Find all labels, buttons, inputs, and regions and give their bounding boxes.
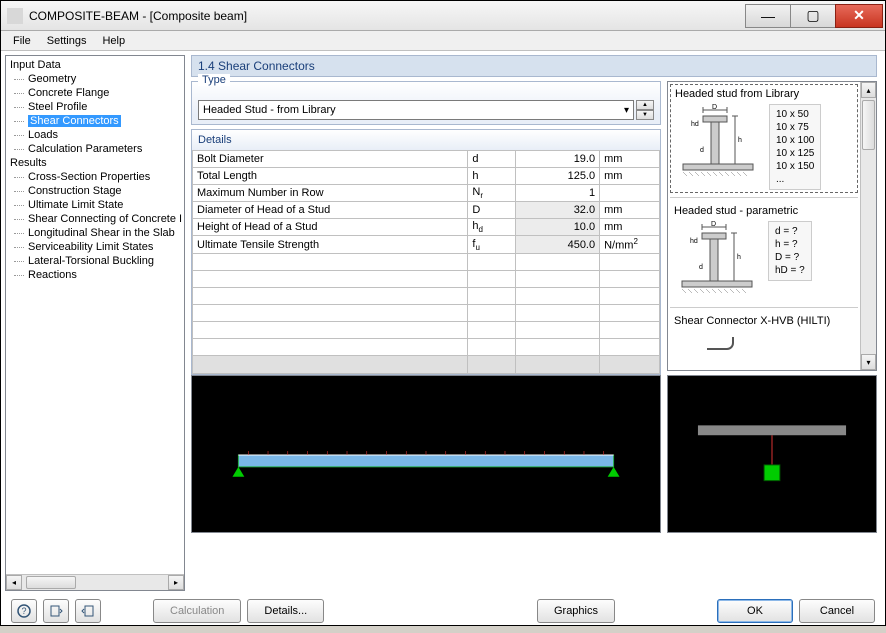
ok-button[interactable]: OK xyxy=(717,599,793,623)
section-preview xyxy=(667,375,877,533)
minimize-button[interactable]: — xyxy=(745,4,791,28)
library-vertical-scrollbar[interactable]: ▴ ▾ xyxy=(860,82,876,370)
spinner-up-icon[interactable]: ▲ xyxy=(636,100,654,110)
cancel-button[interactable]: Cancel xyxy=(799,599,875,623)
beam-preview xyxy=(191,375,661,533)
tree-horizontal-scrollbar[interactable]: ◂ ▸ xyxy=(6,574,184,590)
tree-node-shear-connectors[interactable]: Shear Connectors xyxy=(8,114,184,128)
help-icon-button[interactable]: ? xyxy=(11,599,37,623)
hvb-diagram-icon xyxy=(672,331,762,351)
svg-text:d: d xyxy=(699,264,703,271)
import-icon-button[interactable] xyxy=(43,599,69,623)
button-row: ? Calculation Details... Graphics OK Can… xyxy=(1,591,885,633)
window-title: COMPOSITE-BEAM - [Composite beam] xyxy=(29,9,746,23)
table-row[interactable]: Ultimate Tensile Strengthfu450.0N/mm2 xyxy=(193,236,660,254)
navigation-tree: Input Data Geometry Concrete Flange Stee… xyxy=(5,55,185,591)
table-footer xyxy=(193,356,660,374)
svg-text:?: ? xyxy=(22,606,27,616)
type-label: Type xyxy=(198,74,230,86)
svg-text:h: h xyxy=(738,137,742,144)
graphics-button[interactable]: Graphics xyxy=(537,599,615,623)
scroll-down-icon[interactable]: ▾ xyxy=(861,354,876,370)
tree-node-shear-connecting[interactable]: Shear Connecting of Concrete I xyxy=(8,212,184,226)
tree-node-reactions[interactable]: Reactions xyxy=(8,268,184,282)
library-item-title: Headed stud - parametric xyxy=(672,204,856,221)
scroll-up-icon[interactable]: ▴ xyxy=(861,82,876,98)
type-combobox-value: Headed Stud - from Library xyxy=(203,104,336,116)
tree-node-construction-stage[interactable]: Construction Stage xyxy=(8,184,184,198)
type-group: Type Headed Stud - from Library ▲ ▼ xyxy=(191,81,661,125)
tree-node-results[interactable]: Results xyxy=(8,156,184,170)
tree-node-geometry[interactable]: Geometry xyxy=(8,72,184,86)
table-row[interactable]: Bolt Diameterd19.0mm xyxy=(193,151,660,168)
menu-help[interactable]: Help xyxy=(94,33,133,49)
svg-text:hd: hd xyxy=(691,121,699,128)
table-row[interactable]: Diameter of Head of a StudD32.0mm xyxy=(193,202,660,219)
spinner-down-icon[interactable]: ▼ xyxy=(636,110,654,120)
titlebar: COMPOSITE-BEAM - [Composite beam] — ▢ ✕ xyxy=(1,1,885,31)
tree-node-ltb[interactable]: Lateral-Torsional Buckling xyxy=(8,254,184,268)
panel-title: 1.4 Shear Connectors xyxy=(191,55,877,77)
maximize-button[interactable]: ▢ xyxy=(790,4,836,28)
tree-node-input-data[interactable]: Input Data xyxy=(8,58,184,72)
details-group: Details Bolt Diameterd19.0mmTotal Length… xyxy=(191,129,661,375)
details-table: Bolt Diameterd19.0mmTotal Lengthh125.0mm… xyxy=(192,150,660,374)
menu-file[interactable]: File xyxy=(5,33,39,49)
table-row[interactable]: Height of Head of a Studhd10.0mm xyxy=(193,219,660,236)
type-spinner[interactable]: ▲ ▼ xyxy=(636,100,654,120)
svg-text:h: h xyxy=(737,254,741,261)
library-item-title: Shear Connector X-HVB (HILTI) xyxy=(672,314,856,331)
scroll-right-icon[interactable]: ▸ xyxy=(168,575,184,590)
library-param-list: d = ?h = ?D = ?hD = ? xyxy=(768,221,812,281)
table-row[interactable]: Maximum Number in RowNr1 xyxy=(193,185,660,202)
calculation-button[interactable]: Calculation xyxy=(153,599,241,623)
export-icon-button[interactable] xyxy=(75,599,101,623)
details-label: Details xyxy=(192,130,660,150)
tree-node-calculation-parameters[interactable]: Calculation Parameters xyxy=(8,142,184,156)
table-row xyxy=(193,254,660,271)
table-row xyxy=(193,305,660,322)
details-button[interactable]: Details... xyxy=(247,599,324,623)
scroll-thumb[interactable] xyxy=(26,576,76,589)
tree-node-cross-section[interactable]: Cross-Section Properties xyxy=(8,170,184,184)
svg-text:D: D xyxy=(711,221,716,228)
stud-diagram-icon: D h hd d xyxy=(672,221,762,301)
table-row xyxy=(193,271,660,288)
svg-text:D: D xyxy=(712,104,717,111)
window-frame: COMPOSITE-BEAM - [Composite beam] — ▢ ✕ … xyxy=(0,0,886,626)
library-item-x-hvb[interactable]: Shear Connector X-HVB (HILTI) xyxy=(670,307,858,353)
tree-node-longitudinal-shear[interactable]: Longitudinal Shear in the Slab xyxy=(8,226,184,240)
table-row xyxy=(193,339,660,356)
type-combobox[interactable]: Headed Stud - from Library xyxy=(198,100,634,120)
library-item-headed-stud-parametric[interactable]: Headed stud - parametric D xyxy=(670,197,858,303)
tree-node-steel-profile[interactable]: Steel Profile xyxy=(8,100,184,114)
library-panel: Headed stud from Library D xyxy=(667,81,877,371)
scroll-thumb[interactable] xyxy=(862,100,875,150)
tree-node-uls[interactable]: Ultimate Limit State xyxy=(8,198,184,212)
scroll-left-icon[interactable]: ◂ xyxy=(6,575,22,590)
menu-settings[interactable]: Settings xyxy=(39,33,95,49)
stud-diagram-icon: D h hd d xyxy=(673,104,763,184)
table-row xyxy=(193,288,660,305)
tree-node-loads[interactable]: Loads xyxy=(8,128,184,142)
close-button[interactable]: ✕ xyxy=(835,4,883,28)
table-row[interactable]: Total Lengthh125.0mm xyxy=(193,168,660,185)
library-item-headed-stud-library[interactable]: Headed stud from Library D xyxy=(670,84,858,193)
app-icon xyxy=(7,8,23,24)
library-item-title: Headed stud from Library xyxy=(673,87,855,104)
tree-node-sls[interactable]: Serviceability Limit States xyxy=(8,240,184,254)
menubar: File Settings Help xyxy=(1,31,885,51)
table-row xyxy=(193,322,660,339)
tree-node-concrete-flange[interactable]: Concrete Flange xyxy=(8,86,184,100)
svg-text:d: d xyxy=(700,147,704,154)
library-size-list: 10 x 5010 x 7510 x 10010 x 12510 x 150..… xyxy=(769,104,821,190)
svg-text:hd: hd xyxy=(690,238,698,245)
